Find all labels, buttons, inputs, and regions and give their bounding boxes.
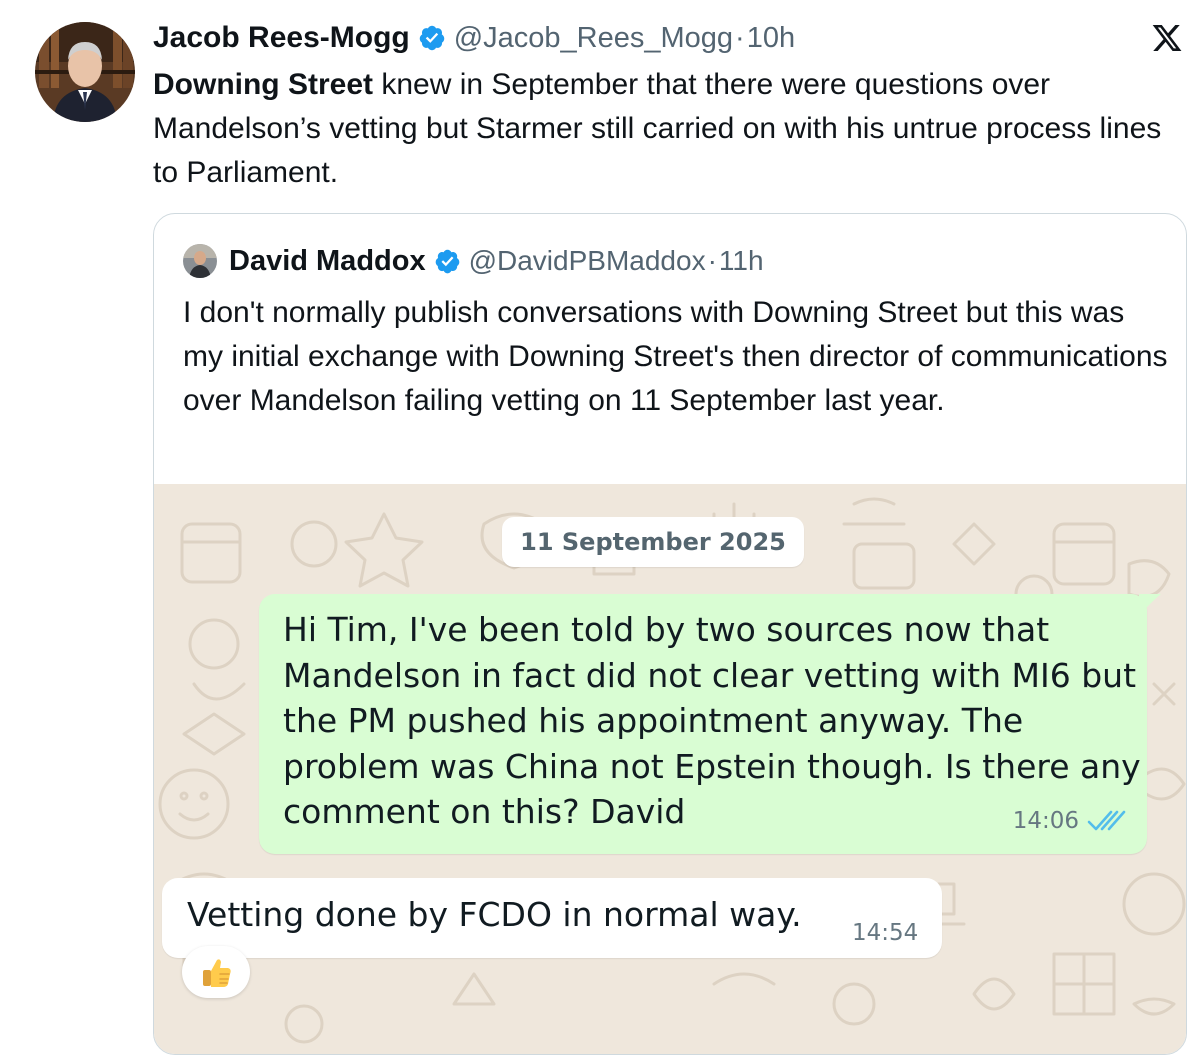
thumbs-up-icon — [203, 959, 231, 987]
author-avatar-image — [35, 22, 135, 122]
quoted-author-handle[interactable]: @DavidPBMaddox — [469, 245, 706, 277]
chat-screenshot[interactable]: 11 September 2025 Hi Tim, I've been told… — [154, 484, 1186, 1054]
quoted-author-name[interactable]: David Maddox — [229, 245, 426, 278]
outgoing-message-time: 14:06 — [1012, 808, 1079, 834]
incoming-message-bubble[interactable]: Vetting done by FCDO in normal way. 14:5… — [162, 878, 942, 958]
quoted-tweet-card[interactable]: David Maddox @DavidPBMaddox · 11h I don'… — [153, 213, 1187, 1055]
verified-badge-icon — [419, 25, 444, 51]
quoted-verified-badge-icon — [435, 249, 459, 273]
quoted-tweet-text: I don't normally publish conversations w… — [183, 296, 1168, 417]
outgoing-bubble-tail — [1139, 594, 1161, 616]
quoted-avatar-image — [183, 244, 217, 278]
tweet-timestamp[interactable]: 10h — [747, 22, 795, 55]
quoted-author-avatar[interactable] — [183, 244, 217, 278]
outgoing-message-meta: 14:06 — [1013, 808, 1129, 834]
header-separator: · — [735, 21, 745, 54]
thumbs-up-reaction[interactable] — [182, 946, 250, 998]
double-check-read-icon — [1087, 810, 1126, 831]
x-logo-icon[interactable] — [1151, 22, 1183, 54]
tweet-header: Jacob Rees-Mogg @Jacob_Rees_Mogg · 10h — [153, 18, 795, 58]
tweet-text: Downing Street knew in September that th… — [153, 63, 1193, 195]
outgoing-message-bubble[interactable]: Hi Tim, I've been told by two sources no… — [259, 594, 1147, 854]
quoted-tweet-header: David Maddox @DavidPBMaddox · 11h — [229, 242, 764, 280]
author-avatar[interactable] — [35, 22, 135, 122]
incoming-message-time: 14:54 — [852, 920, 919, 946]
quoted-header-separator: · — [707, 245, 717, 276]
tweet-text-bold: Downing Street — [153, 68, 374, 101]
incoming-message-text: Vetting done by FCDO in normal way. — [187, 895, 802, 934]
chat-date-label: 11 September 2025 — [502, 517, 804, 567]
author-handle[interactable]: @Jacob_Rees_Mogg — [454, 22, 733, 55]
quoted-tweet-timestamp[interactable]: 11h — [719, 245, 764, 277]
outgoing-message-text: Hi Tim, I've been told by two sources no… — [283, 610, 1141, 831]
author-name[interactable]: Jacob Rees-Mogg — [153, 21, 410, 55]
